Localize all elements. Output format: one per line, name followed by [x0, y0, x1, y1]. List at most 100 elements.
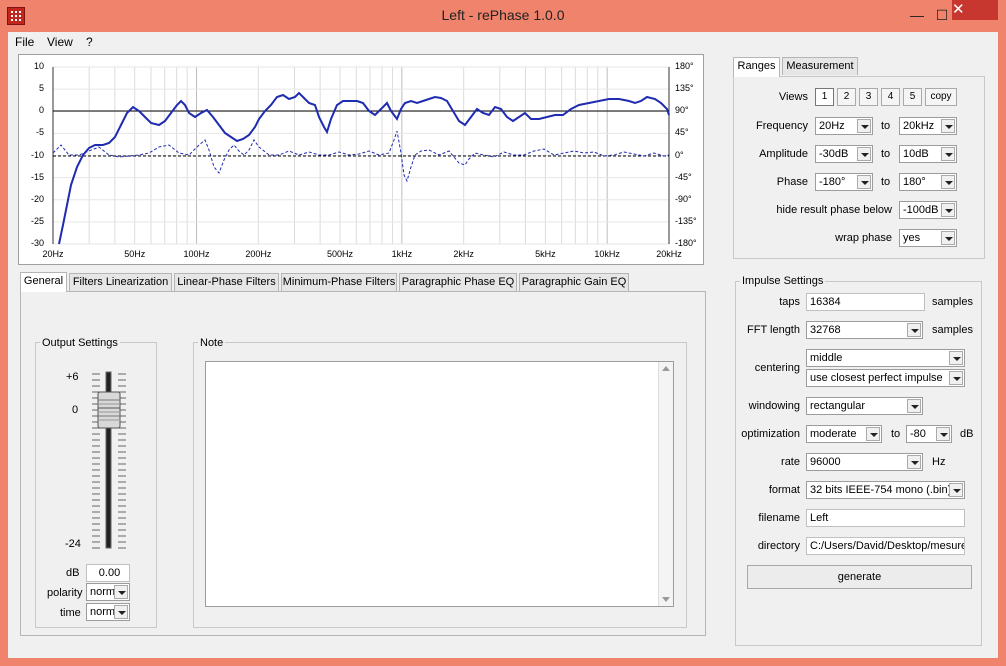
note-scrollbar[interactable] — [658, 362, 673, 606]
frequency-tick-label: 500Hz — [327, 249, 354, 259]
wrap-phase-select[interactable]: yes — [899, 229, 957, 247]
polarity-label: polarity — [47, 587, 83, 599]
view-2-button[interactable]: 2 — [837, 88, 856, 106]
tab-ranges[interactable]: Ranges — [733, 57, 780, 77]
scroll-down-icon[interactable] — [662, 597, 670, 602]
phase-tick-label: 0° — [675, 149, 684, 160]
tab-general[interactable]: General — [20, 272, 67, 292]
amplitude-tick-label: 0 — [38, 105, 44, 116]
gain-slider[interactable] — [92, 370, 126, 550]
filename-input[interactable]: Left — [806, 509, 965, 527]
optimization-value: moderate — [810, 428, 857, 440]
amplitude-from-select[interactable]: -30dB — [815, 145, 873, 163]
scale-0: 0 — [72, 404, 79, 416]
note-title: Note — [198, 337, 226, 349]
amplitude-label: Amplitude — [759, 148, 808, 160]
view-1-button[interactable]: 1 — [815, 88, 834, 106]
windowing-select[interactable]: rectangular — [806, 397, 923, 415]
optimization-label: optimization — [741, 428, 800, 440]
phase-label: Phase — [776, 176, 808, 188]
format-select[interactable]: 32 bits IEEE-754 mono (.bin) — [806, 481, 965, 499]
time-label: time — [60, 607, 81, 619]
generate-button[interactable]: generate — [747, 565, 972, 589]
optimization-db-select[interactable]: -80 — [906, 425, 952, 443]
chevron-down-icon — [941, 175, 955, 189]
note-textarea[interactable] — [205, 361, 674, 607]
scale-minus24: -24 — [65, 538, 81, 550]
menu-help[interactable]: ? — [86, 35, 93, 49]
phase-to-select[interactable]: 180° — [899, 173, 957, 191]
minimize-button[interactable]: — — [904, 6, 930, 26]
amplitude-to-value: 10dB — [903, 148, 929, 160]
samples-label: samples — [932, 324, 973, 336]
copy-view-button[interactable]: copy — [925, 88, 957, 106]
frequency-from-select[interactable]: 20Hz — [815, 117, 873, 135]
chevron-down-icon — [936, 427, 950, 441]
fft-length-select[interactable]: 32768 — [806, 321, 923, 339]
db-label: dB — [66, 567, 80, 579]
samples-label: samples — [932, 296, 973, 308]
chevron-down-icon — [941, 119, 955, 133]
view-3-button[interactable]: 3 — [859, 88, 878, 106]
hide-phase-select[interactable]: -100dB — [899, 201, 957, 219]
phase-tick-label: -180° — [675, 238, 697, 248]
chevron-down-icon — [857, 147, 871, 161]
phase-from-select[interactable]: -180° — [815, 173, 873, 191]
polarity-value: norm — [90, 586, 116, 598]
amplitude-tick-label: 10 — [33, 61, 44, 71]
menu-view[interactable]: View — [47, 35, 73, 49]
window-title: Left - rePhase 1.0.0 — [441, 7, 565, 23]
wrap-phase-label: wrap phase — [835, 232, 892, 244]
chevron-down-icon — [857, 119, 871, 133]
scroll-up-icon[interactable] — [662, 366, 670, 371]
chevron-down-icon — [949, 371, 963, 385]
taps-label: taps — [779, 296, 800, 308]
phase-from-value: -180° — [819, 176, 846, 188]
view-4-button[interactable]: 4 — [881, 88, 900, 106]
frequency-tick-label: 2kHz — [453, 249, 474, 259]
centering-value: middle — [810, 352, 843, 364]
chevron-down-icon — [866, 427, 880, 441]
tab-minimum-phase-filters[interactable]: Minimum-Phase Filters — [281, 273, 397, 291]
format-value: 32 bits IEEE-754 mono (.bin) — [810, 484, 952, 496]
frequency-tick-label: 10kHz — [594, 249, 620, 259]
amplitude-tick-label: -15 — [30, 171, 44, 182]
menu-file[interactable]: File — [15, 35, 34, 49]
polarity-select[interactable]: norm — [86, 583, 130, 601]
amplitude-tick-label: -5 — [35, 127, 44, 138]
view-5-button[interactable]: 5 — [903, 88, 922, 106]
frequency-from-value: 20Hz — [819, 120, 845, 132]
gain-db-input[interactable]: 0.00 — [86, 564, 130, 582]
amplitude-to-select[interactable]: 10dB — [899, 145, 957, 163]
tab-measurement[interactable]: Measurement — [782, 57, 858, 75]
frequency-tick-label: 200Hz — [245, 249, 272, 259]
frequency-to-select[interactable]: 20kHz — [899, 117, 957, 135]
directory-input[interactable]: C:/Users/David/Desktop/mesures — [806, 537, 965, 555]
rate-value: 96000 — [810, 456, 841, 468]
chevron-down-icon — [907, 455, 921, 469]
impulse-settings-title: Impulse Settings — [740, 275, 826, 287]
tab-filters-linearization[interactable]: Filters Linearization — [69, 273, 172, 291]
optimization-select[interactable]: moderate — [806, 425, 882, 443]
time-select[interactable]: norm — [86, 603, 130, 621]
tab-paragraphic-gain-eq[interactable]: Paragraphic Gain EQ — [519, 273, 629, 291]
phase-tick-label: 90° — [675, 105, 689, 116]
phase-tick-label: -135° — [675, 215, 697, 226]
centering-mode-select[interactable]: use closest perfect impulse — [806, 369, 965, 387]
centering-select[interactable]: middle — [806, 349, 965, 367]
frequency-label: Frequency — [756, 120, 808, 132]
chevron-down-icon — [949, 483, 963, 497]
tab-paragraphic-phase-eq[interactable]: Paragraphic Phase EQ — [399, 273, 517, 291]
frequency-tick-label: 50Hz — [124, 249, 146, 259]
rate-select[interactable]: 96000 — [806, 453, 923, 471]
taps-input[interactable]: 16384 — [806, 293, 925, 311]
to-label: to — [881, 176, 891, 188]
slider-ticks — [92, 371, 126, 549]
tab-linear-phase-filters[interactable]: Linear-Phase Filters — [174, 273, 279, 291]
chevron-down-icon — [114, 585, 128, 599]
close-button[interactable]: ✕ — [952, 0, 998, 20]
phase-tick-label: 180° — [675, 61, 694, 71]
graph-canvas — [52, 66, 670, 245]
amplitude-tick-label: -10 — [30, 149, 44, 160]
response-graph[interactable]: 10 5 0 -5 -10 -15 -20 -25 -30 180° 135° 90° 45° 0° -45… — [18, 54, 704, 265]
